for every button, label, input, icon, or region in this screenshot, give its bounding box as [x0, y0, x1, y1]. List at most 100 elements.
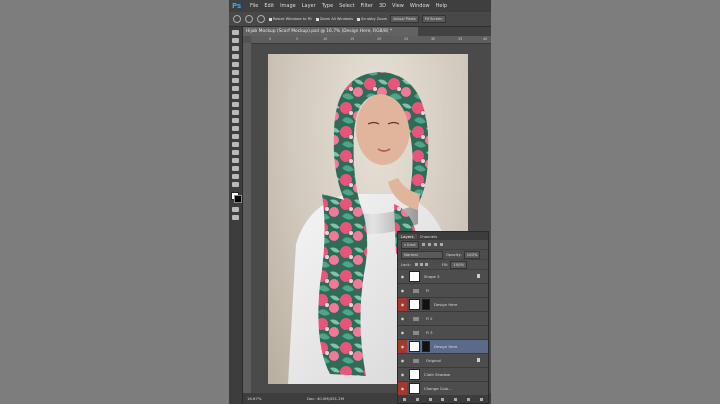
- document-tab[interactable]: Hijab Mockup (Scarf Mockup).psd @ 16.7% …: [243, 27, 418, 36]
- color-swatches[interactable]: [230, 191, 242, 203]
- blend-mode-select[interactable]: Normal: [401, 250, 443, 259]
- path-select-tool-icon[interactable]: [232, 158, 239, 163]
- layer-name: Fi: [426, 288, 429, 293]
- layer-row[interactable]: ◉ Original: [398, 354, 488, 368]
- add-mask-icon[interactable]: [428, 397, 432, 401]
- lock-all-icon[interactable]: [424, 263, 428, 266]
- visibility-eye-icon[interactable]: ◉: [398, 298, 407, 311]
- history-brush-tool-icon[interactable]: [232, 102, 239, 107]
- hand-tool-icon[interactable]: [232, 174, 239, 179]
- menu-window[interactable]: Window: [410, 3, 430, 9]
- menu-edit[interactable]: Edit: [264, 3, 274, 9]
- visibility-eye-icon[interactable]: ◉: [398, 354, 407, 367]
- layer-row[interactable]: ◉ Fi: [398, 284, 488, 298]
- visibility-eye-icon[interactable]: ◉: [398, 270, 407, 283]
- screen-mode-icon[interactable]: [232, 215, 239, 220]
- new-layer-icon[interactable]: [467, 397, 471, 401]
- layer-thumbnail[interactable]: [409, 341, 420, 352]
- lasso-tool-icon[interactable]: [232, 46, 239, 51]
- horizontal-ruler: 0 5 10 15 20 25 30 35 40: [251, 36, 491, 44]
- layer-row[interactable]: ◉ Cloth Shadow: [398, 368, 488, 382]
- pixel-filter-icon[interactable]: [421, 243, 425, 246]
- lock-position-icon[interactable]: [419, 263, 423, 266]
- layer-mask-thumbnail[interactable]: [422, 299, 430, 310]
- layer-thumbnail[interactable]: [409, 299, 420, 310]
- layer-row[interactable]: ◉ Fi 2: [398, 312, 488, 326]
- opacity-input[interactable]: 100%: [463, 250, 481, 259]
- brush-tool-icon[interactable]: [232, 86, 239, 91]
- fill-input[interactable]: 100%: [450, 260, 468, 269]
- dodge-tool-icon[interactable]: [232, 134, 239, 139]
- layer-row[interactable]: ◉ Fi 3: [398, 326, 488, 340]
- stamp-tool-icon[interactable]: [232, 94, 239, 99]
- layer-row[interactable]: ◉ Design Here: [398, 340, 488, 354]
- folder-icon[interactable]: [413, 358, 419, 363]
- layer-name: Design Here: [434, 302, 458, 307]
- type-tool-icon[interactable]: [232, 150, 239, 155]
- new-group-icon[interactable]: [454, 397, 458, 401]
- adjustment-filter-icon[interactable]: [427, 243, 431, 246]
- layer-thumbnail[interactable]: [409, 369, 420, 380]
- menu-view[interactable]: View: [392, 3, 404, 9]
- visibility-eye-icon[interactable]: ◉: [398, 326, 407, 339]
- tab-channels[interactable]: Channels: [417, 234, 441, 239]
- menu-select[interactable]: Select: [339, 3, 354, 9]
- fit-screen-button[interactable]: Fit Screen: [421, 15, 446, 23]
- tab-layers[interactable]: Layers: [398, 233, 417, 239]
- menu-layer[interactable]: Layer: [302, 3, 316, 9]
- folder-icon[interactable]: [413, 288, 419, 293]
- visibility-eye-icon[interactable]: ◉: [398, 382, 407, 395]
- marquee-tool-icon[interactable]: [232, 38, 239, 43]
- quick-select-tool-icon[interactable]: [232, 54, 239, 59]
- visibility-eye-icon[interactable]: ◉: [398, 340, 407, 353]
- new-adjustment-icon[interactable]: [441, 397, 445, 401]
- zoom-tool-icon[interactable]: [232, 182, 239, 187]
- folder-icon[interactable]: [413, 316, 419, 321]
- scrubby-zoom-checkbox[interactable]: Scrubby Zoom: [356, 17, 388, 21]
- zoom-level[interactable]: 16.67%: [247, 396, 267, 401]
- actual-pixels-button[interactable]: Actual Pixels: [390, 15, 419, 23]
- background-color-swatch[interactable]: [233, 195, 242, 203]
- layer-row[interactable]: ◉ Design Here: [398, 298, 488, 312]
- type-filter-icon[interactable]: [433, 243, 437, 246]
- layer-thumbnail[interactable]: [409, 383, 420, 394]
- ruler-number: 25: [404, 37, 409, 41]
- blur-tool-icon[interactable]: [232, 126, 239, 131]
- folder-icon[interactable]: [413, 330, 419, 335]
- visibility-eye-icon[interactable]: ◉: [398, 368, 407, 381]
- menu-help[interactable]: Help: [436, 3, 447, 9]
- menu-type[interactable]: Type: [322, 3, 333, 9]
- visibility-eye-icon[interactable]: ◉: [398, 284, 407, 297]
- kind-filter-select[interactable]: ⌕ Kind: [401, 240, 419, 249]
- zoom-all-windows-checkbox[interactable]: Zoom All Windows: [315, 17, 353, 21]
- eraser-tool-icon[interactable]: [232, 110, 239, 115]
- visibility-eye-icon[interactable]: ◉: [398, 312, 407, 325]
- scrubby-zoom-label: Scrubby Zoom: [360, 17, 388, 21]
- shape-tool-icon[interactable]: [232, 166, 239, 171]
- menu-file[interactable]: File: [250, 3, 258, 9]
- layer-row[interactable]: ◉ Change Colo...: [398, 382, 488, 396]
- quick-mask-icon[interactable]: [232, 207, 239, 212]
- layer-row[interactable]: ◉ Shape 3: [398, 270, 488, 284]
- add-style-icon[interactable]: [415, 397, 419, 401]
- menu-filter[interactable]: Filter: [361, 3, 373, 9]
- lock-pixels-icon[interactable]: [414, 263, 418, 266]
- menu-image[interactable]: Image: [280, 3, 296, 9]
- healing-tool-icon[interactable]: [232, 78, 239, 83]
- zoom-tool-icon[interactable]: [233, 15, 241, 23]
- resize-windows-checkbox[interactable]: Resize Windows to Fit: [269, 17, 312, 21]
- zoom-out-icon[interactable]: [257, 15, 265, 23]
- doc-size[interactable]: Doc: 40.0M/451.2M: [307, 396, 344, 401]
- eyedropper-tool-icon[interactable]: [232, 70, 239, 75]
- menu-3d[interactable]: 3D: [379, 3, 386, 9]
- shape-filter-icon[interactable]: [439, 243, 443, 246]
- layer-mask-thumbnail[interactable]: [422, 341, 430, 352]
- move-tool-icon[interactable]: [232, 30, 239, 35]
- crop-tool-icon[interactable]: [232, 62, 239, 67]
- pen-tool-icon[interactable]: [232, 142, 239, 147]
- delete-layer-icon[interactable]: [479, 397, 483, 401]
- layer-thumbnail[interactable]: [409, 271, 420, 282]
- gradient-tool-icon[interactable]: [232, 118, 239, 123]
- link-layers-icon[interactable]: [402, 397, 406, 401]
- zoom-in-icon[interactable]: [245, 15, 253, 23]
